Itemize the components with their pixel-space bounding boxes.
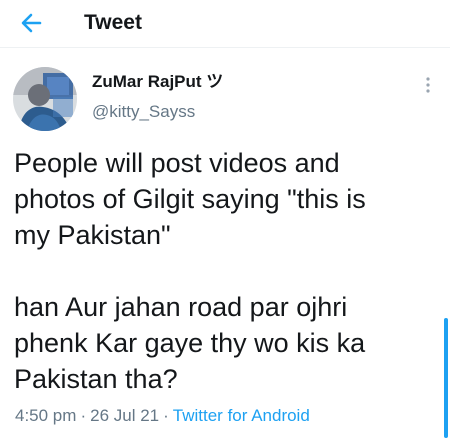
author-display-name[interactable]: ZuMar RajPut ツ (92, 71, 223, 93)
avatar[interactable] (13, 67, 77, 131)
more-options-button[interactable] (420, 74, 436, 96)
meta-separator: · (80, 406, 87, 425)
meta-separator: · (163, 406, 169, 425)
tweet-body: People will post videos and photos of Gi… (14, 145, 434, 397)
arrow-left-icon (18, 9, 46, 37)
tweet-paragraph: People will post videos and photos of Gi… (14, 148, 366, 250)
more-vertical-icon (420, 74, 436, 96)
tweet-time: 4:50 pm (15, 406, 77, 425)
scrollbar[interactable] (444, 318, 448, 438)
page-title: Tweet (84, 11, 142, 34)
back-button[interactable] (18, 9, 46, 37)
tweet-paragraph: han Aur jahan road par ojhri phenk Kar g… (14, 292, 366, 394)
tweet-source-link[interactable]: Twitter for Android (173, 406, 310, 425)
top-app-bar: Tweet (0, 0, 450, 48)
tweet-meta: 4:50 pm · 26 Jul 21 · Twitter for Android (15, 405, 310, 427)
author-handle[interactable]: @kitty_Sayss (92, 101, 195, 123)
tweet-date: 26 Jul 21 (90, 406, 160, 425)
